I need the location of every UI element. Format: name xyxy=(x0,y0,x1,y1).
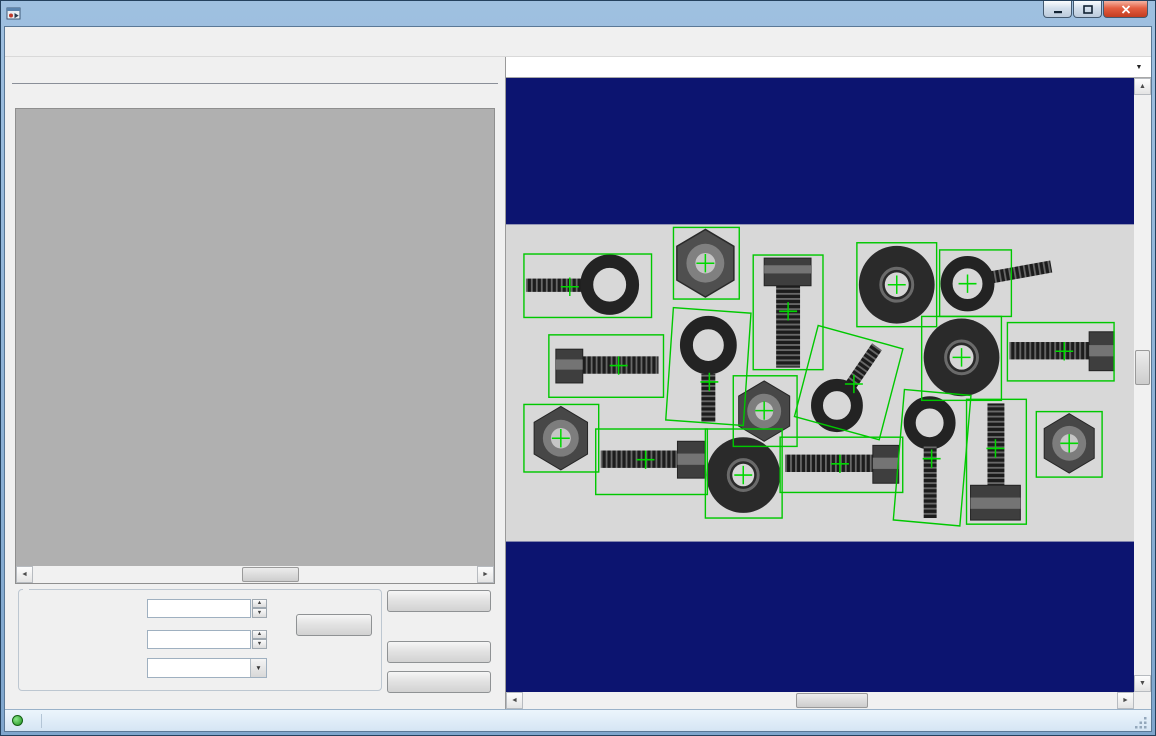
main-toolbar xyxy=(5,27,1151,57)
train-params-panel xyxy=(5,57,505,709)
table-horizontal-scrollbar[interactable] xyxy=(16,566,494,583)
scroll-right-button[interactable] xyxy=(1117,692,1134,709)
load-operator-button[interactable] xyxy=(387,671,491,693)
inspection-image[interactable] xyxy=(506,78,1134,692)
minimize-button[interactable] xyxy=(1043,1,1072,18)
scroll-thumb[interactable] xyxy=(796,693,867,708)
scroll-track[interactable] xyxy=(33,566,477,583)
app-icon xyxy=(6,6,22,22)
pattern-grid-viewport xyxy=(16,109,494,566)
scroll-thumb[interactable] xyxy=(242,567,300,582)
status-divider xyxy=(41,714,42,728)
app-window xyxy=(0,0,1156,736)
chevron-down-icon[interactable] xyxy=(250,659,266,677)
image-horizontal-scrollbar[interactable] xyxy=(506,692,1134,709)
status-bar xyxy=(5,709,1151,731)
scroll-up-button[interactable] xyxy=(1134,78,1151,95)
grain-limit-fine-spinner[interactable] xyxy=(252,630,267,649)
tab-strip xyxy=(12,63,498,84)
maximize-button[interactable] xyxy=(1073,1,1102,18)
save-operator-button[interactable] xyxy=(387,641,491,663)
grain-limit-fine-input[interactable] xyxy=(147,630,251,649)
train-algorithm-select[interactable] xyxy=(147,658,267,678)
scroll-left-button[interactable] xyxy=(16,566,33,583)
grain-limit-coarse-input[interactable] xyxy=(147,599,251,618)
scroll-right-button[interactable] xyxy=(477,566,494,583)
multi-train-button[interactable] xyxy=(387,590,491,612)
image-display-panel xyxy=(505,57,1151,709)
pattern-toolbar xyxy=(12,84,498,108)
resize-grip[interactable] xyxy=(1135,712,1151,730)
master-properties-area xyxy=(12,584,498,709)
image-vertical-scrollbar[interactable] xyxy=(1134,78,1151,692)
scroll-down-button[interactable] xyxy=(1134,675,1151,692)
find-finest-button[interactable] xyxy=(296,614,372,636)
scroll-track[interactable] xyxy=(1134,95,1151,675)
chevron-down-icon[interactable] xyxy=(1131,64,1147,71)
grain-limit-coarse-spinner[interactable] xyxy=(252,599,267,618)
pattern-grid xyxy=(15,108,495,584)
scroll-track[interactable] xyxy=(523,692,1117,709)
image-selector[interactable] xyxy=(506,57,1151,78)
master-properties-group xyxy=(18,589,382,691)
scroll-left-button[interactable] xyxy=(506,692,523,709)
status-led-icon xyxy=(12,715,23,726)
scrollbar-corner xyxy=(1134,692,1151,709)
title-bar[interactable] xyxy=(4,1,1152,26)
close-button[interactable] xyxy=(1103,1,1148,18)
scroll-thumb[interactable] xyxy=(1135,350,1150,385)
